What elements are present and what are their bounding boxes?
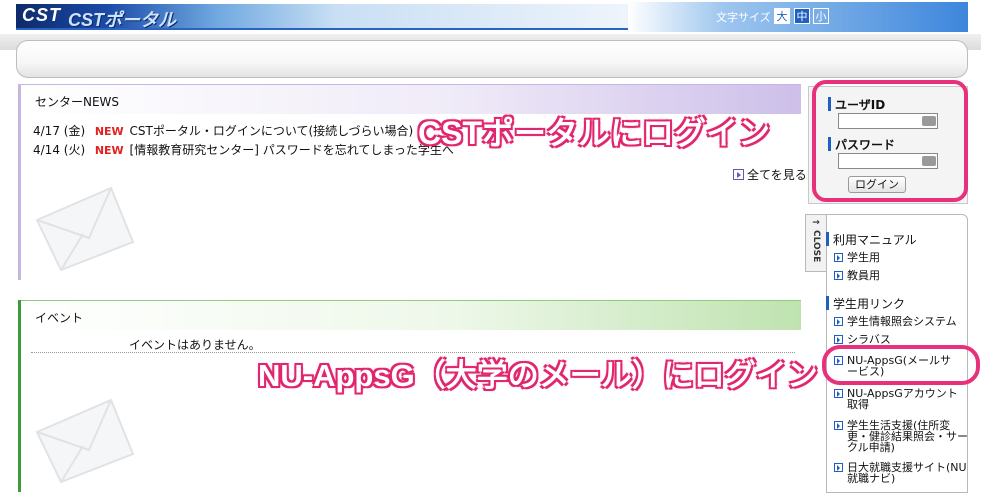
arrow-right-icon <box>834 253 843 262</box>
envelope-icon <box>35 398 135 484</box>
arrow-right-icon <box>834 421 843 430</box>
sidebar-item-student-info[interactable]: 学生情報照会システム <box>834 316 968 327</box>
mail-highlight <box>822 345 980 385</box>
arrow-right-icon <box>834 463 843 472</box>
event-title: イベント <box>35 311 84 325</box>
arrow-right-icon <box>834 271 843 280</box>
close-label: CLOSE <box>811 230 821 263</box>
links-heading: 学生用リンク <box>826 295 905 312</box>
sidebar-item-student-manual[interactable]: 学生用 <box>834 252 968 263</box>
news-title: センターNEWS <box>35 95 120 109</box>
portal-page: CST CSTポータル 文字サイズ 大 中 小 センターNEWS 4/17 (金… <box>0 0 981 493</box>
news-item[interactable]: 4/17 (金) NEW CSTポータル・ログインについて(接続しづらい場合) <box>33 122 413 139</box>
heading-marker <box>826 232 829 246</box>
links-heading-text: 学生用リンク <box>833 297 906 311</box>
see-all-link[interactable]: 全てを見る <box>733 166 807 183</box>
envelope-icon <box>35 186 135 272</box>
sidebar-item-syllabus[interactable]: シラバス <box>834 334 968 345</box>
logo-portal-text: CSTポータル <box>68 10 176 30</box>
sidebar-item-label: NU-AppsGアカウント取得 <box>847 387 958 411</box>
top-panel <box>16 40 968 78</box>
font-size-label: 文字サイズ <box>716 11 771 24</box>
new-badge: NEW <box>94 144 124 157</box>
mail-callout: NU-AppsG（大学のメール）にログイン <box>258 358 818 393</box>
sidebar-item-nu-appsg-account[interactable]: NU-AppsGアカウント取得 <box>834 388 968 410</box>
login-callout: CSTポータルにログイン <box>418 115 771 151</box>
font-size-large-button[interactable]: 大 <box>774 8 790 24</box>
sidebar-item-label: 学生用 <box>847 251 880 264</box>
manual-heading: 利用マニュアル <box>826 231 917 248</box>
font-size-small-button[interactable]: 小 <box>813 8 829 24</box>
sidebar-item-label: 教員用 <box>847 269 880 282</box>
news-date: 4/17 (金) <box>33 124 86 138</box>
sidebar-item-label: 日大就職支援サイト(NU就職ナビ) <box>847 461 967 485</box>
see-all-label: 全てを見る <box>747 168 807 182</box>
arrow-right-icon <box>834 389 843 398</box>
sidebar-item-student-support[interactable]: 学生生活支援(住所変更・健診結果照会・サークル申請) <box>834 420 968 453</box>
event-empty-message: イベントはありません。 <box>129 338 261 352</box>
arrow-right-icon <box>733 169 744 180</box>
sidebar-item-label: 学生情報照会システム <box>847 315 957 328</box>
new-badge: NEW <box>94 125 124 138</box>
sidebar-item-career-navi[interactable]: 日大就職支援サイト(NU就職ナビ) <box>834 462 968 484</box>
arrow-right-icon <box>834 335 843 344</box>
news-link[interactable]: [情報教育研究センター] パスワードを忘れてしまった学生へ <box>130 143 454 157</box>
arrow-right-icon <box>834 317 843 326</box>
arrow-right-icon: → <box>812 218 820 228</box>
sidebar-item-faculty-manual[interactable]: 教員用 <box>834 270 968 281</box>
news-link[interactable]: CSTポータル・ログインについて(接続しづらい場合) <box>130 124 414 138</box>
font-size-medium-button[interactable]: 中 <box>794 8 810 24</box>
manual-heading-text: 利用マニュアル <box>833 233 917 247</box>
sidebar-item-label: シラバス <box>847 333 891 346</box>
logo-cst-text: CST <box>22 5 61 25</box>
event-header: イベント <box>21 300 801 330</box>
close-sidebar-tab[interactable]: → CLOSE <box>805 214 827 272</box>
portal-logo[interactable]: CST CSTポータル <box>16 4 628 30</box>
news-item[interactable]: 4/14 (火) NEW [情報教育研究センター] パスワードを忘れてしまった学… <box>33 141 454 158</box>
login-highlight <box>812 80 968 202</box>
news-date: 4/14 (火) <box>33 143 86 157</box>
sidebar-item-label: 学生生活支援(住所変更・健診結果照会・サークル申請) <box>847 419 968 454</box>
heading-marker <box>826 296 829 310</box>
event-section: イベント イベントはありません。 <box>18 300 801 492</box>
